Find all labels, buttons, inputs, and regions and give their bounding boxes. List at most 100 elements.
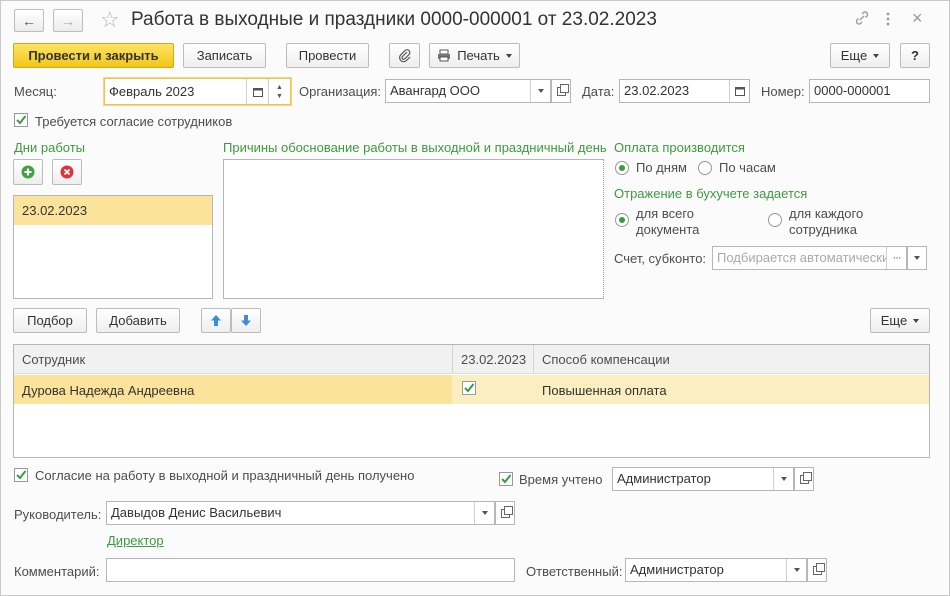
table-more-label: Еще bbox=[880, 313, 908, 328]
manager-field[interactable]: Давыдов Денис Васильевич bbox=[106, 501, 495, 525]
help-button[interactable]: ? bbox=[900, 43, 930, 68]
whole-document-label: для всего документа bbox=[636, 206, 700, 237]
post-button[interactable]: Провести bbox=[286, 43, 369, 68]
forward-button[interactable]: → bbox=[53, 9, 83, 32]
open-icon bbox=[812, 562, 825, 575]
menu-dots-icon[interactable] bbox=[885, 11, 891, 31]
dropdown-icon[interactable] bbox=[786, 559, 806, 581]
print-label: Печать bbox=[457, 48, 500, 63]
time-user-field[interactable]: Администратор bbox=[612, 467, 794, 491]
dropdown-icon bbox=[914, 256, 920, 260]
consent-received-checkbox[interactable] bbox=[14, 468, 28, 482]
number-field[interactable]: 0000-000001 bbox=[809, 79, 930, 103]
print-button[interactable]: Печать bbox=[429, 43, 520, 68]
work-days-header: Дни работы bbox=[14, 140, 86, 155]
manager-position-link[interactable]: Директор bbox=[107, 533, 164, 548]
open-icon bbox=[799, 471, 812, 484]
select-button[interactable]: Подбор bbox=[13, 308, 87, 333]
open-responsible-button[interactable] bbox=[807, 558, 827, 582]
time-accounted-label: Время учтено bbox=[519, 472, 603, 487]
table-more-button[interactable]: Еще bbox=[870, 308, 930, 333]
link-icon[interactable] bbox=[854, 10, 870, 30]
window-title: Работа в выходные и праздники 0000-00000… bbox=[131, 9, 657, 30]
dropdown-icon[interactable] bbox=[773, 468, 793, 490]
list-item[interactable]: 23.02.2023 bbox=[14, 196, 212, 225]
back-button[interactable]: ← bbox=[14, 9, 44, 32]
each-employee-label: для каждого сотрудника bbox=[789, 206, 864, 237]
date-label: Дата: bbox=[582, 84, 615, 99]
time-user-value: Администратор bbox=[617, 471, 711, 486]
responsible-value: Администратор bbox=[630, 562, 724, 577]
post-and-close-button[interactable]: Провести и закрыть bbox=[13, 43, 174, 68]
each-employee-radio[interactable] bbox=[768, 213, 782, 227]
more-button[interactable]: Еще bbox=[830, 43, 890, 68]
delete-day-button[interactable] bbox=[52, 159, 82, 185]
employee-name: Дурова Надежда Андреевна bbox=[22, 383, 195, 398]
date-field[interactable]: 23.02.2023 bbox=[619, 79, 750, 103]
close-icon[interactable]: × bbox=[912, 8, 923, 29]
attach-button[interactable] bbox=[389, 43, 420, 68]
column-date[interactable]: 23.02.2023 bbox=[461, 352, 526, 367]
open-time-user-button[interactable] bbox=[794, 467, 814, 491]
payment-header: Оплата производится bbox=[614, 140, 745, 155]
manager-value: Давыдов Денис Васильевич bbox=[111, 505, 282, 520]
more-label: Еще bbox=[840, 48, 868, 63]
organization-value: Авангард ООО bbox=[390, 83, 480, 98]
column-employee[interactable]: Сотрудник bbox=[22, 352, 85, 367]
table-header: Сотрудник 23.02.2023 Способ компенсации bbox=[14, 345, 929, 374]
date-checkbox[interactable] bbox=[462, 381, 476, 395]
month-value: Февраль 2023 bbox=[109, 84, 195, 99]
account-dropdown-button[interactable] bbox=[907, 246, 927, 270]
month-stepper[interactable]: ▲ ▼ bbox=[268, 79, 290, 104]
dropdown-icon[interactable] bbox=[474, 502, 494, 524]
month-label: Месяц: bbox=[14, 84, 57, 99]
comment-label: Комментарий: bbox=[14, 564, 100, 579]
whole-document-radio[interactable] bbox=[615, 213, 629, 227]
date-value: 23.02.2023 bbox=[624, 83, 690, 98]
favorite-star-icon[interactable]: ☆ bbox=[100, 7, 120, 33]
organization-field[interactable]: Авангард ООО bbox=[385, 79, 551, 103]
comment-field[interactable] bbox=[106, 558, 515, 582]
table-row[interactable]: Дурова Надежда Андреевна Повышенная опла… bbox=[14, 375, 929, 404]
open-icon bbox=[556, 83, 569, 96]
ellipsis-icon[interactable]: ··· bbox=[886, 247, 906, 269]
consent-required-checkbox[interactable] bbox=[14, 113, 28, 127]
calendar-icon[interactable] bbox=[246, 79, 268, 104]
arrow-right-icon: → bbox=[61, 12, 75, 29]
save-button[interactable]: Записать bbox=[183, 43, 266, 68]
work-days-list[interactable]: 23.02.2023 bbox=[13, 195, 213, 299]
account-placeholder: Подбирается автоматически bbox=[717, 250, 890, 265]
organization-label: Организация: bbox=[299, 84, 382, 99]
add-button[interactable]: Добавить bbox=[96, 308, 180, 333]
delete-circle-icon bbox=[60, 165, 74, 179]
number-value: 0000-000001 bbox=[814, 83, 891, 98]
by-hours-radio[interactable] bbox=[698, 161, 712, 175]
plus-circle-icon bbox=[21, 165, 35, 179]
column-compensation[interactable]: Способ компенсации bbox=[542, 352, 670, 367]
open-icon bbox=[500, 505, 513, 518]
add-day-button[interactable] bbox=[13, 159, 43, 185]
by-hours-label: По часам bbox=[719, 160, 776, 175]
move-up-button[interactable] bbox=[201, 308, 231, 333]
consent-required-label: Требуется согласие сотрудников bbox=[35, 114, 233, 129]
printer-icon bbox=[438, 49, 451, 62]
paperclip-icon bbox=[398, 48, 410, 62]
open-manager-button[interactable] bbox=[495, 501, 515, 525]
compensation-value: Повышенная оплата bbox=[542, 383, 667, 398]
manager-label: Руководитель: bbox=[14, 507, 102, 522]
consent-received-label: Согласие на работу в выходной и празднич… bbox=[35, 468, 415, 483]
by-days-radio[interactable] bbox=[615, 161, 629, 175]
calendar-icon[interactable] bbox=[729, 80, 749, 102]
dropdown-icon[interactable] bbox=[530, 80, 550, 102]
move-down-button[interactable] bbox=[231, 308, 261, 333]
accounting-header: Отражение в бухучете задается bbox=[614, 186, 808, 201]
account-field[interactable]: Подбирается автоматически ··· bbox=[712, 246, 907, 270]
responsible-field[interactable]: Администратор bbox=[625, 558, 807, 582]
month-field[interactable]: Февраль 2023 ▲ ▼ bbox=[104, 78, 291, 105]
work-day-value: 23.02.2023 bbox=[22, 203, 88, 218]
reasons-textarea[interactable] bbox=[223, 159, 604, 299]
time-accounted-checkbox[interactable] bbox=[499, 472, 513, 486]
account-label: Счет, субконто: bbox=[614, 251, 707, 266]
open-organization-button[interactable] bbox=[551, 79, 571, 103]
number-label: Номер: bbox=[761, 84, 805, 99]
